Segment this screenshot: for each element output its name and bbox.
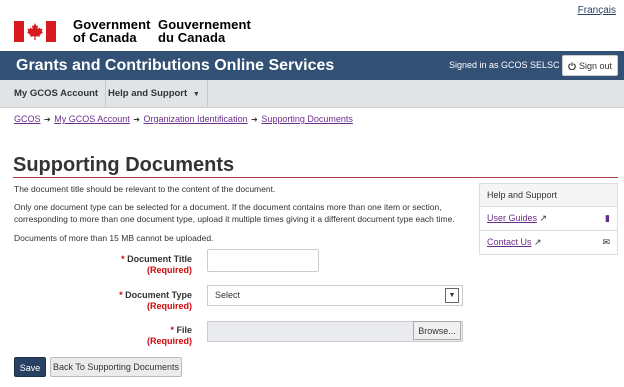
book-icon: ▮: [605, 213, 610, 223]
save-button[interactable]: Save: [14, 357, 46, 377]
document-type-selected-value: Select: [215, 290, 241, 300]
sign-out-button[interactable]: Sign out: [562, 55, 618, 76]
instruction-text-type: Only one document type can be selected f…: [14, 202, 455, 224]
signed-in-status: Signed in as GCOS SELSC: [449, 60, 560, 70]
help-and-support-panel: Help and Support User Guides ↗ ▮ Contact…: [479, 183, 618, 255]
help-panel-heading: Help and Support: [480, 184, 617, 207]
breadcrumb-my-gcos-account[interactable]: My GCOS Account: [54, 114, 130, 124]
arrow-right-icon: ➔: [251, 115, 258, 124]
breadcrumb: GCOS ➔ My GCOS Account ➔ Organization Id…: [14, 114, 353, 124]
menu-item-my-gcos-account[interactable]: My GCOS Account: [7, 80, 107, 107]
envelope-icon: ✉: [602, 237, 610, 247]
contact-us-link[interactable]: Contact Us: [487, 237, 532, 247]
document-type-select[interactable]: Select ▼: [207, 285, 463, 306]
file-label: * File (Required): [147, 325, 192, 346]
user-guides-link[interactable]: User Guides: [487, 213, 537, 223]
canada-flag-logo: [14, 21, 56, 42]
external-link-icon: ↗: [534, 237, 542, 247]
chevron-down-icon: ▼: [445, 288, 459, 303]
breadcrumb-supporting-documents[interactable]: Supporting Documents: [261, 114, 353, 124]
breadcrumb-gcos[interactable]: GCOS: [14, 114, 41, 124]
breadcrumb-organization-identification[interactable]: Organization Identification: [144, 114, 248, 124]
chevron-down-icon: ▼: [192, 91, 200, 98]
app-title-bar: Grants and Contributions Online Services…: [0, 51, 624, 80]
government-of-canada-wordmark-en: Government of Canada: [73, 17, 151, 45]
power-icon: [568, 61, 576, 70]
browse-button[interactable]: Browse...: [413, 321, 461, 340]
main-menu-bar: My GCOS Account Help and Support ▼: [0, 80, 624, 108]
title-divider: [13, 177, 618, 178]
government-of-canada-wordmark-fr: Gouvernement du Canada: [158, 17, 251, 45]
language-toggle-link[interactable]: Français: [578, 5, 616, 16]
arrow-right-icon: ➔: [133, 115, 140, 124]
app-title: Grants and Contributions Online Services: [16, 57, 335, 74]
document-title-input[interactable]: [207, 249, 319, 272]
help-panel-row-user-guides: User Guides ↗ ▮: [480, 207, 617, 231]
back-to-supporting-documents-button[interactable]: Back To Supporting Documents: [50, 357, 182, 377]
instruction-text-title: The document title should be relevant to…: [14, 184, 276, 194]
instruction-text-size-limit: Documents of more than 15 MB cannot be u…: [14, 233, 214, 243]
menu-item-help-and-support[interactable]: Help and Support ▼: [101, 80, 208, 107]
maple-leaf-icon: [27, 23, 43, 40]
external-link-icon: ↗: [539, 213, 548, 223]
help-panel-row-contact-us: Contact Us ↗ ✉: [480, 231, 617, 254]
document-type-label: * Document Type (Required): [119, 290, 192, 311]
arrow-right-icon: ➔: [44, 115, 51, 124]
document-title-label: * Document Title (Required): [121, 254, 192, 275]
page-title: Supporting Documents: [13, 154, 235, 176]
